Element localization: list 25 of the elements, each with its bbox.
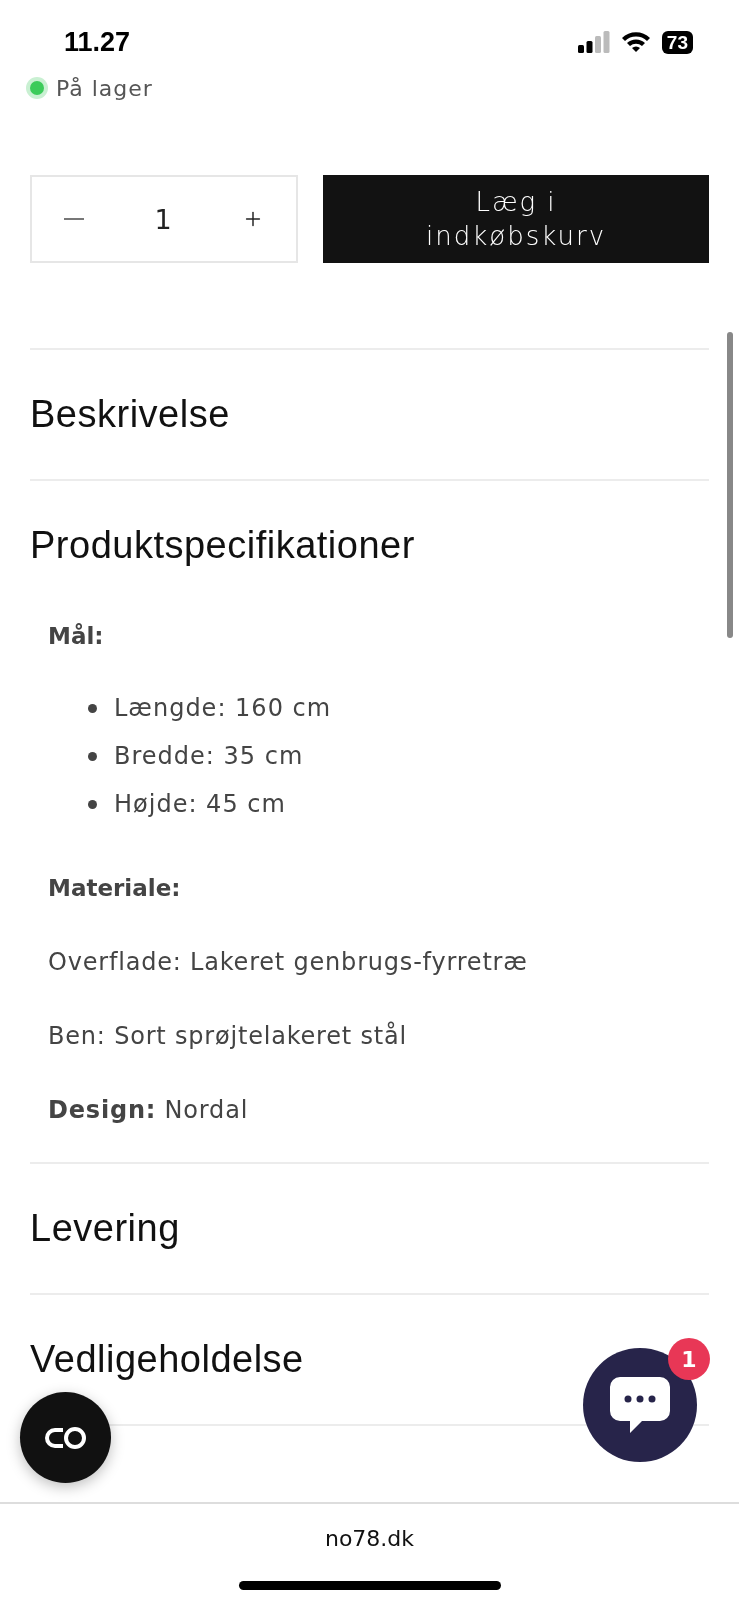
accordion-header[interactable]: Beskrivelse (30, 350, 709, 479)
add-to-cart-button[interactable]: Læg i indkøbskurv (323, 175, 709, 263)
bullet-icon (88, 751, 97, 761)
spec-list-item: Bredde: 35 cm (114, 741, 304, 771)
spec-list-item: Højde: 45 cm (114, 789, 286, 819)
bullet-icon (88, 703, 97, 713)
spec-text: Ben: Sort sprøjtelakeret stål (48, 1022, 408, 1050)
link-icon (42, 1425, 89, 1450)
spec-heading: Mål: (48, 622, 105, 650)
spec-text: Overflade: Lakeret genbrugs-fyrretræ (48, 948, 529, 976)
status-time: 11.27 (64, 26, 131, 58)
notification-badge: 1 (668, 1338, 710, 1380)
quantity-value[interactable]: 1 (154, 203, 172, 235)
minus-icon (64, 218, 84, 220)
spec-list-item: Længde: 160 cm (114, 693, 332, 723)
spec-heading: Materiale: (48, 874, 182, 902)
floating-button[interactable] (20, 1392, 111, 1483)
stock-status: På lager (56, 75, 153, 101)
browser-url[interactable]: no78.dk (324, 1526, 415, 1551)
battery-level: 73 (661, 30, 693, 54)
signal-icon (577, 31, 610, 53)
spec-text: Design: Nordal (48, 1096, 250, 1124)
accordion-header[interactable]: Levering (30, 1164, 709, 1293)
accordion-header[interactable]: Produktspecifikationer (30, 481, 709, 610)
bullet-icon (88, 799, 97, 809)
